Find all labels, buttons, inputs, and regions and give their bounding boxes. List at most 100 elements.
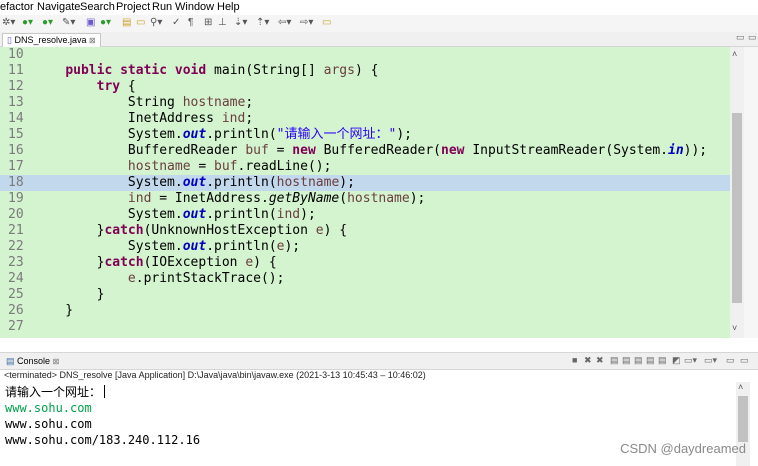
editor-scrollbar[interactable]: ˄ ˅ xyxy=(730,47,744,338)
overview-ruler xyxy=(744,47,758,338)
java-file-icon: ▯ xyxy=(7,35,12,45)
show-whitespace-icon[interactable]: ⊞ xyxy=(204,17,212,29)
menu-navigate[interactable]: Navigate xyxy=(37,1,80,13)
code-text: } xyxy=(34,303,74,318)
remove-launch-icon[interactable]: ✖ xyxy=(584,355,592,366)
code-text: } xyxy=(34,287,105,302)
menu-bar: efactor Navigate Search Project Run Wind… xyxy=(0,0,758,15)
menu-help[interactable]: Help xyxy=(217,1,240,13)
display-console-icon[interactable]: ▭▾ xyxy=(684,355,697,366)
console-line: 请输入一个网址： xyxy=(5,384,106,400)
forward-icon[interactable]: ⇨▾ xyxy=(300,17,313,29)
chevron-up-icon[interactable]: ˄ xyxy=(732,49,737,59)
code-line[interactable]: 18 System.out.println(hostname); xyxy=(0,175,730,191)
menu-search[interactable]: Search xyxy=(80,1,115,13)
terminate-icon[interactable]: ■ xyxy=(572,355,577,365)
code-text: String hostname; xyxy=(34,95,254,110)
code-line[interactable]: 23 }catch(IOException e) { xyxy=(0,255,730,271)
maximize-icon[interactable]: ▭ xyxy=(748,32,757,43)
code-text: }catch(IOException e) { xyxy=(34,255,277,270)
code-text: e.printStackTrace(); xyxy=(127,271,285,286)
external-tools-icon[interactable]: ✎▾ xyxy=(62,17,75,29)
line-number: 21 xyxy=(8,223,24,238)
minimize-icon[interactable]: ▭ xyxy=(726,355,735,366)
menu-refactor[interactable]: efactor xyxy=(0,1,34,13)
code-line[interactable]: 16 BufferedReader buf = new BufferedRead… xyxy=(0,143,730,159)
code-line[interactable]: 12 try { xyxy=(0,79,730,95)
tab-console[interactable]: ▤ Console ⊠ xyxy=(2,355,63,368)
code-text: System.out.println(e); xyxy=(34,239,301,254)
show-on-error-icon[interactable]: ▤ xyxy=(658,355,667,366)
close-icon[interactable]: ⊠ xyxy=(53,357,60,366)
next-annotation-icon[interactable]: ⇣▾ xyxy=(234,17,247,29)
run-icon[interactable]: ●▾ xyxy=(22,17,33,29)
code-line[interactable]: 15 System.out.println("请输入一个网址："); xyxy=(0,127,730,143)
open-folder-icon[interactable]: ▭ xyxy=(136,17,145,29)
code-text: public static void main(String[] args) { xyxy=(65,63,379,78)
line-number: 26 xyxy=(8,303,24,318)
toggle-mark-icon[interactable]: ✓ xyxy=(172,17,180,29)
chevron-down-icon[interactable]: ˅ xyxy=(732,323,737,333)
code-line[interactable]: 20 System.out.println(ind); xyxy=(0,207,730,223)
code-line[interactable]: 14 InetAddress ind; xyxy=(0,111,730,127)
editor-scroll-thumb[interactable] xyxy=(732,113,742,303)
back-icon[interactable]: ⇦▾ xyxy=(278,17,291,29)
toolbar: ✲▾ ●▾ ●▾ ✎▾ ▣ ●▾ ▤ ▭ ⚲▾ ✓ ¶ ⊞ ⊥ ⇣▾ ⇡▾ ⇦▾… xyxy=(0,15,758,33)
prev-annotation-icon[interactable]: ⇡▾ xyxy=(256,17,269,29)
maximize-icon[interactable]: ▭ xyxy=(740,355,749,366)
console-tab-label: Console xyxy=(17,356,51,366)
code-line[interactable]: 27 xyxy=(0,319,730,335)
line-number: 24 xyxy=(8,271,24,286)
code-text: BufferedReader buf = new BufferedReader(… xyxy=(34,143,708,158)
pin-console-icon[interactable]: ◩ xyxy=(672,355,681,366)
code-line[interactable]: 21 }catch(UnknownHostException e) { xyxy=(0,223,730,239)
pin-icon[interactable]: ⊥ xyxy=(218,17,227,29)
console-icon: ▤ xyxy=(6,356,15,366)
menu-window[interactable]: Window xyxy=(175,1,214,13)
menu-run[interactable]: Run xyxy=(152,1,172,13)
console-line: www.sohu.com xyxy=(5,417,92,431)
menu-project[interactable]: Project xyxy=(116,1,150,13)
toggle-block-icon[interactable]: ¶ xyxy=(188,17,193,29)
open-perspective-icon[interactable]: ▭ xyxy=(322,17,331,29)
new-class-icon[interactable]: ●▾ xyxy=(100,17,111,29)
code-line[interactable]: 19 ind = InetAddress.getByName(hostname)… xyxy=(0,191,730,207)
code-line[interactable]: 26 } xyxy=(0,303,730,319)
line-number: 19 xyxy=(8,191,24,206)
close-icon[interactable]: ⊠ xyxy=(89,36,96,45)
code-line[interactable]: 13 String hostname; xyxy=(0,95,730,111)
code-text: InetAddress ind; xyxy=(34,111,254,126)
code-text: try { xyxy=(96,79,136,94)
line-number: 23 xyxy=(8,255,24,270)
console-status: <terminated> DNS_resolve [Java Applicati… xyxy=(4,370,426,380)
open-console-icon[interactable]: ▭▾ xyxy=(704,355,717,366)
clear-console-icon[interactable]: ▤ xyxy=(610,355,619,366)
code-line[interactable]: 24 e.printStackTrace(); xyxy=(0,271,730,287)
console-line: www.sohu.com/183.240.112.16 xyxy=(5,433,201,447)
run-last-icon[interactable]: ●▾ xyxy=(42,17,53,29)
code-line[interactable]: 17 hostname = buf.readLine(); xyxy=(0,159,730,175)
minimize-icon[interactable]: ▭ xyxy=(736,32,745,43)
console-scroll-thumb[interactable] xyxy=(738,396,748,442)
debug-icon[interactable]: ✲▾ xyxy=(2,17,15,29)
line-number: 14 xyxy=(8,111,24,126)
line-number: 11 xyxy=(8,63,24,78)
word-wrap-icon[interactable]: ▤ xyxy=(634,355,643,366)
remove-all-icon[interactable]: ✖ xyxy=(596,355,604,366)
editor-tab-dns-resolve[interactable]: ▯ DNS_resolve.java ⊠ xyxy=(2,33,101,47)
code-line[interactable]: 22 System.out.println(e); xyxy=(0,239,730,255)
line-number: 25 xyxy=(8,287,24,302)
code-line[interactable]: 10 xyxy=(0,47,730,63)
code-line[interactable]: 11 public static void main(String[] args… xyxy=(0,63,730,79)
new-java-project-icon[interactable]: ▣ xyxy=(86,17,95,29)
line-number: 20 xyxy=(8,207,24,222)
code-editor[interactable]: 10 11 public static void main(String[] ar… xyxy=(0,47,730,338)
scroll-lock-icon[interactable]: ▤ xyxy=(622,355,631,366)
search-icon[interactable]: ⚲▾ xyxy=(150,17,162,29)
code-text: ind = InetAddress.getByName(hostname); xyxy=(127,191,426,206)
console-tab-strip: ▤ Console ⊠ ■ ✖ ✖ ▤ ▤ ▤ ▤ ▤ ◩ ▭▾ ▭▾ ▭ ▭ xyxy=(0,352,758,370)
chevron-up-icon[interactable]: ˄ xyxy=(738,382,743,392)
code-line[interactable]: 25 } xyxy=(0,287,730,303)
open-type-icon[interactable]: ▤ xyxy=(122,17,131,29)
show-on-output-icon[interactable]: ▤ xyxy=(646,355,655,366)
